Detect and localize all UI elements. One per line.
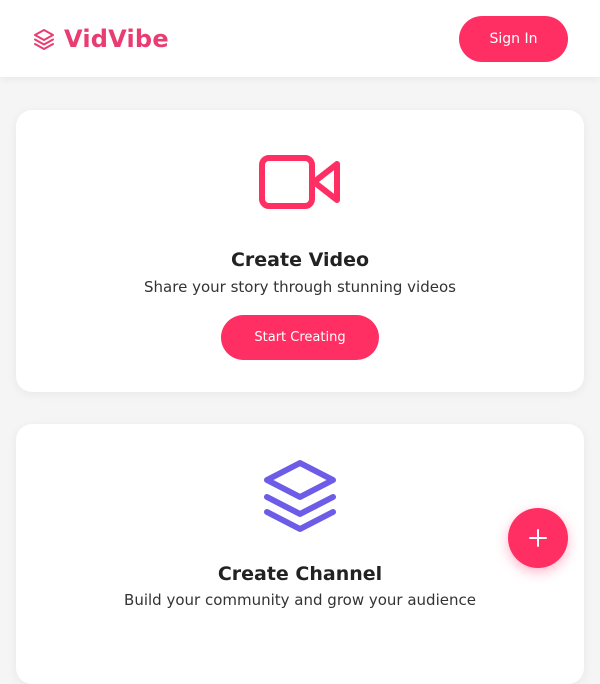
card-title: Create Video [230,249,370,271]
create-video-card: Create Video Share your story through st… [16,110,584,392]
brand-name: VidVibe [64,25,169,53]
start-creating-button[interactable]: Start Creating [221,315,379,360]
layers-icon [32,27,56,51]
card-description: Share your story through stunning videos [144,278,456,296]
top-header: VidVibe Sign In [0,0,600,77]
layers-icon [261,458,339,534]
card-description: Build your community and grow your audie… [124,591,476,609]
card-title: Create Channel [217,563,383,585]
plus-icon [508,528,568,548]
sign-in-button[interactable]: Sign In [459,16,568,62]
add-fab-button[interactable] [508,508,568,568]
video-camera-icon [258,154,342,214]
brand-logo[interactable]: VidVibe [32,24,169,54]
create-channel-card: Create Channel Build your community and … [16,424,584,684]
